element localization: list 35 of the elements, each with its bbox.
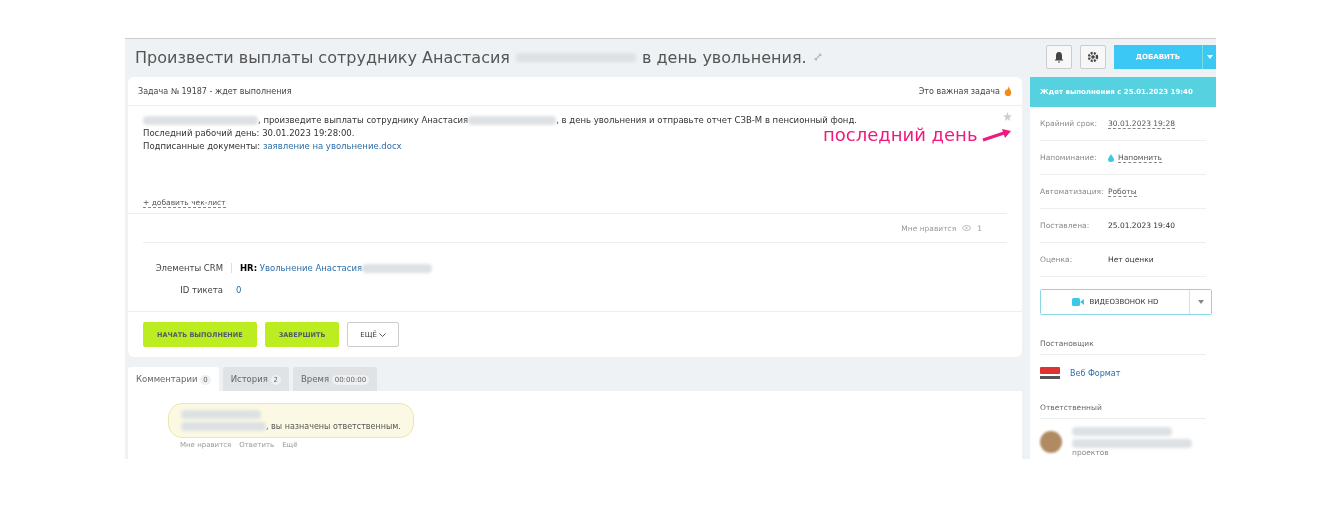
crm-prefix: HR: [240, 263, 258, 273]
annotation-text: последний день [823, 124, 978, 145]
description-text: Последний рабочий день: 30.01.2023 19:28:00. [143, 127, 355, 140]
video-camera-icon [1071, 298, 1084, 306]
caret-icon [1197, 300, 1204, 304]
flame-icon [1004, 85, 1012, 97]
annotation-arrow [981, 127, 1012, 142]
eye-icon [962, 225, 972, 231]
redacted-block [362, 263, 433, 273]
crm-label: Элементы CRM [154, 263, 224, 273]
important-label: Это важная задача [918, 86, 1000, 96]
title-text: в день увольнения. [642, 47, 807, 67]
title-text: Произвести выплаты сотруднику Анастасия [135, 47, 510, 67]
settings-icon [1086, 51, 1099, 63]
description-text: , в день увольнения и отправьте отчет СЗВ-М в пенсионный фонд. [556, 114, 857, 127]
document-link[interactable]: заявление на увольнение.docx [262, 140, 402, 153]
documents-label: Подписанные документы: [143, 140, 261, 153]
star-icon[interactable] [1003, 112, 1012, 121]
caret-icon [1206, 55, 1213, 59]
drop-icon [1108, 153, 1114, 162]
bell-icon [1052, 51, 1065, 63]
crm-link[interactable]: Увольнение Анастасия [259, 263, 363, 273]
logo-icon [1040, 367, 1060, 379]
creator-link[interactable]: Веб Формат [1070, 368, 1121, 378]
ticket-label: ID тикета [179, 285, 224, 295]
task-status-heading: Задача № 19187 - ждет выполнения [138, 86, 292, 96]
ticket-value[interactable]: 0 [231, 285, 242, 295]
add-dropdown-button[interactable] [1202, 45, 1216, 69]
description-text: , произведите выплаты сотруднику Анастасия [258, 114, 469, 127]
notification-button[interactable] [1045, 45, 1072, 69]
chevron-icon [379, 332, 387, 337]
settings-button[interactable] [1079, 45, 1106, 69]
video-dropdown-button[interactable] [1189, 290, 1211, 314]
avatar [1040, 431, 1062, 453]
comment-text: , вы назначены ответственным. [266, 422, 401, 431]
